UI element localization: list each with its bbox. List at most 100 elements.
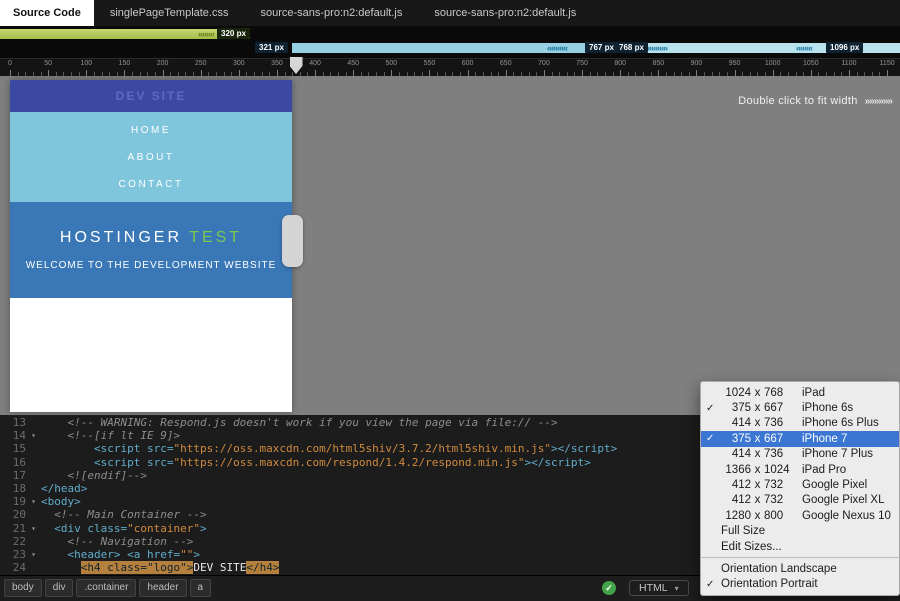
resize-grabber[interactable] — [282, 215, 303, 267]
device-menu-item-google-pixel-xl[interactable]: 412x732Google Pixel XL — [701, 493, 899, 508]
tag-crumb-header[interactable]: header — [139, 579, 186, 597]
ruler-tick — [10, 70, 11, 76]
ruler-tick — [689, 72, 690, 76]
ruler-tick — [780, 72, 781, 76]
device-height: 1024 — [764, 464, 802, 476]
device-size-x: x — [751, 402, 764, 414]
language-mode-label: HTML — [639, 582, 668, 594]
ruler-tick-label: 1050 — [803, 60, 819, 67]
device-menu-item-ipad-pro[interactable]: 1366x1024iPad Pro — [701, 462, 899, 477]
tab-source-sans-pro-n2-default-js[interactable]: source-sans-pro:n2:default.js — [418, 0, 592, 26]
ruler-tick — [704, 72, 705, 76]
ruler-tick — [590, 72, 591, 76]
tag-crumb-body[interactable]: body — [4, 579, 42, 597]
ruler-tick-label: 450 — [347, 60, 359, 67]
ruler-tick — [727, 72, 728, 76]
device-height: 768 — [764, 387, 802, 399]
tag-crumb-container[interactable]: .container — [76, 579, 136, 597]
blue-bar-767-label: 767 px — [585, 42, 618, 53]
ruler-tick — [773, 70, 774, 76]
tab-singlepagetemplate-css[interactable]: singlePageTemplate.css — [94, 0, 245, 26]
device-menu-item-orientation-landscape[interactable]: Orientation Landscape — [701, 561, 899, 576]
ruler-tick — [224, 72, 225, 76]
ruler-tick — [879, 72, 880, 76]
device-menu-item-full-size[interactable]: Full Size — [701, 524, 899, 539]
ruler-tick — [79, 72, 80, 76]
ruler-tick — [818, 72, 819, 76]
device-width: 375 — [721, 433, 751, 445]
device-menu-item-orientation-portrait[interactable]: ✓Orientation Portrait — [701, 577, 899, 592]
line-number: 17 — [0, 469, 26, 482]
ruler-tick — [315, 70, 316, 76]
device-height: 736 — [764, 417, 802, 429]
ruler-tick — [102, 72, 103, 76]
device-menu-item-google-pixel[interactable]: 412x732Google Pixel — [701, 477, 899, 492]
ruler-tick — [620, 70, 621, 76]
fold-arrow-icon[interactable]: ▾ — [26, 522, 41, 535]
ruler-tick — [262, 72, 263, 76]
ruler-tick-label: 400 — [309, 60, 321, 67]
fold-arrow-icon[interactable]: ▾ — [26, 495, 41, 508]
fold-gutter — [26, 535, 41, 548]
preview-canvas[interactable]: Double click to fit width »»»»»» DEV SIT… — [0, 75, 900, 415]
tag-crumb-a[interactable]: a — [190, 579, 212, 597]
device-menu-item-edit-sizes[interactable]: Edit Sizes... — [701, 539, 899, 554]
language-mode-dropdown[interactable]: HTML ▾ — [629, 580, 689, 596]
device-menu-item-ipad[interactable]: 1024x768iPad — [701, 385, 899, 400]
device-menu-item-google-nexus-10[interactable]: 1280x800Google Nexus 10 — [701, 508, 899, 523]
ruler-tick-label: 750 — [576, 60, 588, 67]
fit-width-hint-text: Double click to fit width — [738, 95, 857, 107]
device-menu-item-iphone-6s[interactable]: ✓375x667iPhone 6s — [701, 400, 899, 415]
ruler-tick-label: 550 — [424, 60, 436, 67]
ruler-tick-label: 0 — [8, 60, 12, 67]
preview-nav-contact[interactable]: CONTACT — [118, 179, 183, 190]
tab-source-sans-pro-n2-default-js[interactable]: source-sans-pro:n2:default.js — [244, 0, 418, 26]
preview-nav-home[interactable]: HOME — [131, 125, 171, 136]
ruler-tick-label: 600 — [462, 60, 474, 67]
ruler-tick — [407, 72, 408, 76]
device-menu-item-iphone-6s-plus[interactable]: 414x736iPhone 6s Plus — [701, 416, 899, 431]
ruler-tick — [208, 72, 209, 76]
preview-nav-about[interactable]: ABOUT — [128, 152, 175, 163]
ruler-tick — [285, 72, 286, 76]
ruler-tick — [712, 72, 713, 76]
chevron-down-icon: ▾ — [675, 584, 679, 593]
ruler-tick — [491, 72, 492, 76]
tag-path: bodydiv.containerheadera — [4, 579, 211, 597]
tab-source-code[interactable]: Source Code — [0, 0, 94, 26]
ruler-tick — [376, 72, 377, 76]
ruler-tick — [574, 72, 575, 76]
ruler-tick — [834, 72, 835, 76]
fold-gutter — [26, 456, 41, 469]
live-preview-page[interactable]: DEV SITE HOME ABOUT CONTACT HOSTINGER TE… — [10, 80, 292, 412]
lint-ok-icon[interactable]: ✓ — [602, 581, 616, 595]
device-menu-item-iphone-7[interactable]: ✓375x667iPhone 7 — [701, 431, 899, 446]
device-size-x: x — [751, 433, 764, 445]
check-icon: ✓ — [701, 579, 721, 590]
line-number: 14 — [0, 429, 26, 442]
device-name: iPad — [802, 387, 899, 399]
ruler-tick — [666, 72, 667, 76]
tag-crumb-div[interactable]: div — [45, 579, 74, 597]
ruler-tick-label: 800 — [614, 60, 626, 67]
ruler-tick — [864, 72, 865, 76]
line-number: 23 — [0, 548, 26, 561]
ruler-tick — [201, 70, 202, 76]
ruler-tick — [330, 72, 331, 76]
device-name: Google Nexus 10 — [802, 510, 899, 522]
ruler-tick — [429, 70, 430, 76]
status-bar-right: ✓ HTML ▾ — [602, 580, 689, 596]
ruler-tick — [48, 70, 49, 76]
ruler-tick — [468, 70, 469, 76]
ruler[interactable]: 0501001502002503003504004505005506006507… — [0, 58, 900, 76]
blue-bar-chevrons-right-icon: »»»»» — [647, 43, 667, 53]
ruler-tick-label: 700 — [538, 60, 550, 67]
fold-arrow-icon[interactable]: ▾ — [26, 429, 41, 442]
ruler-tick — [300, 72, 301, 76]
preview-hero-brand: HOSTINGER — [60, 229, 182, 246]
ruler-tick — [521, 72, 522, 76]
fold-arrow-icon[interactable]: ▾ — [26, 548, 41, 561]
device-menu-item-iphone-7-plus[interactable]: 414x736iPhone 7 Plus — [701, 447, 899, 462]
device-width: 1280 — [721, 510, 751, 522]
preview-nav: HOME ABOUT CONTACT — [10, 112, 292, 202]
